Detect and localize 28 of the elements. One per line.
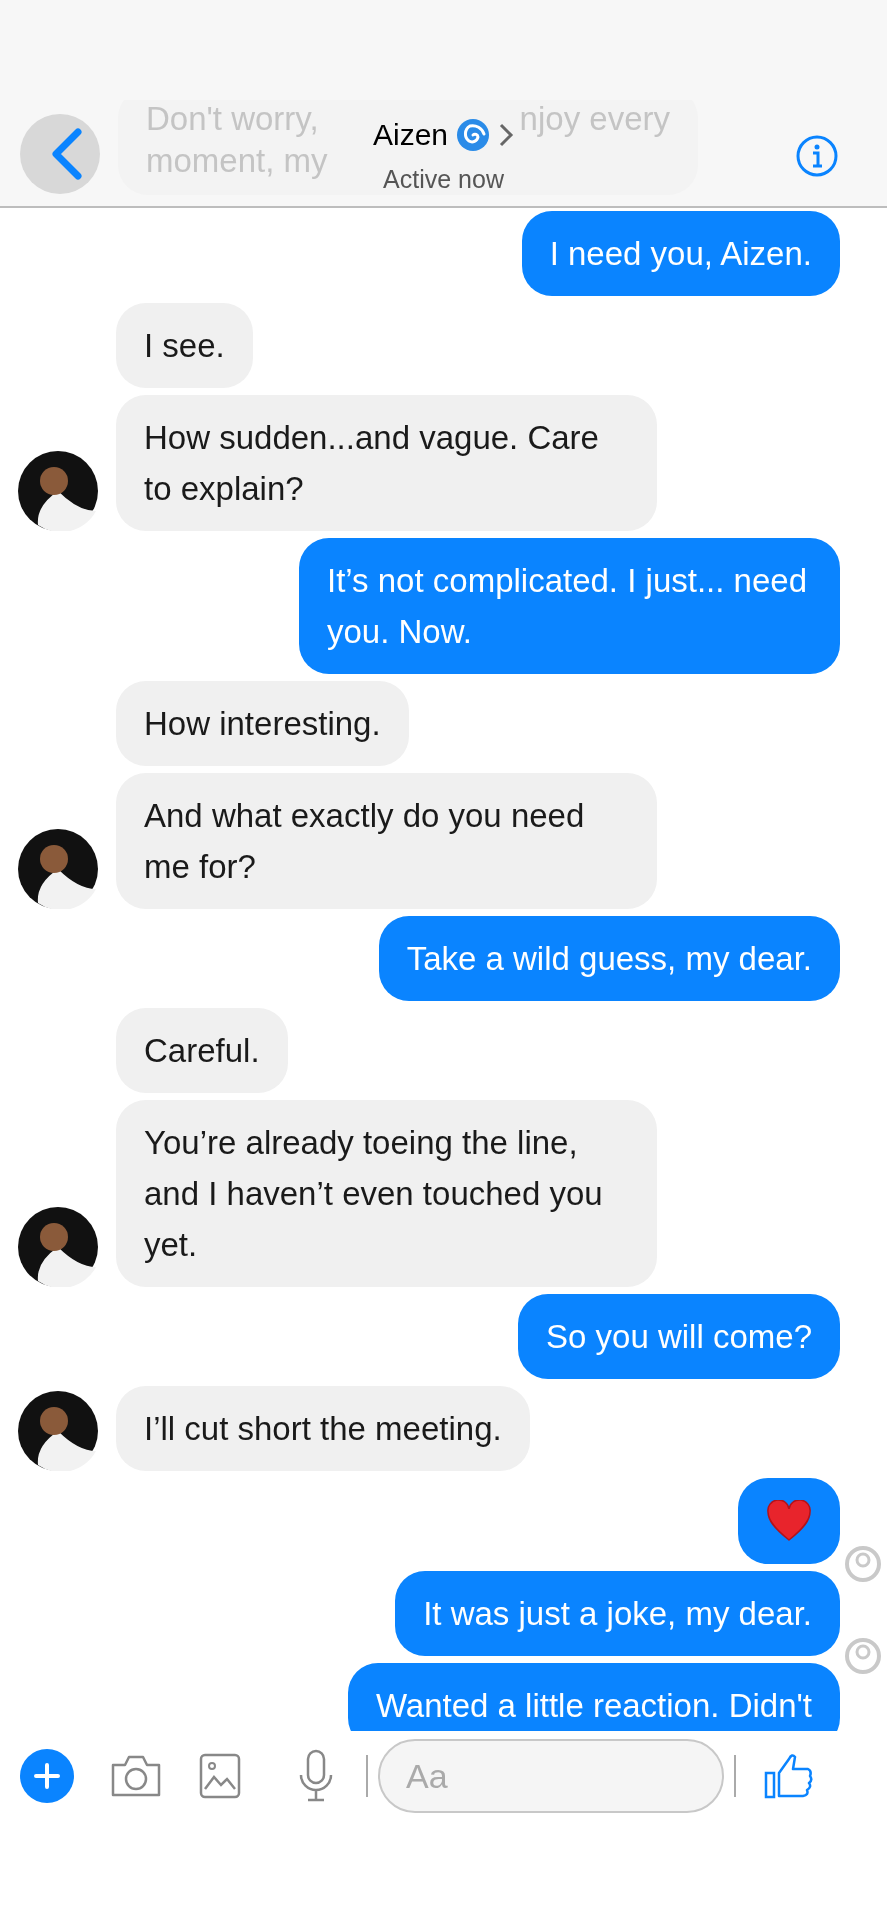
contact-name[interactable]: Aizen [372,112,448,157]
message-text: Take a wild guess, my dear. [406,939,812,979]
message-text: I’ll cut short the meeting. [144,1409,502,1449]
message-text: Wanted a little reaction. Didn't [375,1686,812,1726]
avatar-icon[interactable] [18,829,98,909]
status-text: Active now [383,164,504,195]
avatar-icon[interactable] [18,1207,98,1287]
info-button[interactable] [795,134,839,178]
like-button[interactable] [764,1751,814,1801]
message-text: You’re already toeing the line, and I haven’t even touched you yet. [144,1123,604,1265]
message-text: I need you, Aizen. [549,234,812,274]
message-text: How sudden...and vague. Care to explain? [144,418,600,509]
avatar-icon[interactable] [18,451,98,531]
message-text: How interesting. [144,704,381,744]
message-text: It’s not complicated. I just... need you. Now. [327,561,808,652]
message-text: It was just a joke, my dear. [423,1594,812,1634]
message-input[interactable]: Aa [378,1739,724,1813]
plus-icon [33,1762,61,1790]
heart-icon [766,1500,812,1542]
image-button[interactable] [198,1752,242,1800]
chevron-right-icon[interactable] [498,121,514,148]
spiral-icon [456,117,490,152]
message-text: I see. [144,326,225,366]
add-button[interactable] [20,1749,74,1803]
message-text: Careful. [144,1031,260,1071]
message-text: And what exactly do you need me for? [144,796,586,887]
message-text: So you will come? [546,1317,812,1357]
avatar-icon[interactable] [18,1391,98,1471]
